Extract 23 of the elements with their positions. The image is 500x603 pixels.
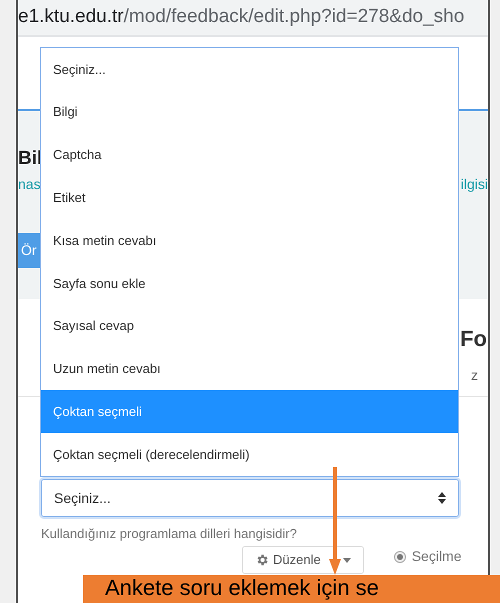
edit-button[interactable]: Düzenle	[242, 546, 364, 574]
dropdown-option[interactable]: Çoktan seçmeli (derecelendirmeli)	[41, 433, 458, 476]
dropdown-option[interactable]: Sayfa sonu ekle	[41, 262, 458, 305]
url-path: /mod/feedback/edit.php?id=278&do_sho	[124, 5, 464, 30]
radio-button[interactable]	[394, 550, 406, 562]
tab-label[interactable]: z	[471, 365, 478, 386]
url-host: e1.ktu.edu.tr	[18, 5, 124, 30]
sort-caret-icon	[438, 492, 446, 504]
dropdown-option[interactable]: Seçiniz...	[41, 48, 458, 91]
gear-icon	[255, 553, 269, 567]
radio-label: Seçilme	[412, 547, 462, 566]
dropdown-option[interactable]: Uzun metin cevabı	[41, 348, 458, 390]
dropdown-option[interactable]: Captcha	[41, 134, 458, 176]
dropdown-option[interactable]: Kısa metin cevabı	[41, 219, 458, 262]
callout-text: Ankete soru eklemek için se	[105, 575, 379, 601]
dropdown-option[interactable]: Etiket	[41, 176, 458, 220]
form-heading: Fo	[460, 325, 488, 353]
caret-icon	[342, 558, 351, 562]
question-type-select[interactable]: Seçiniz...	[41, 479, 459, 517]
dropdown-option[interactable]: Bilgi	[41, 90, 458, 134]
question-text: Kullandığınız programlama dilleri hangisidir?	[41, 526, 297, 541]
address-bar[interactable]: e1.ktu.edu.tr/mod/feedback/edit.php?id=278&do_sho	[18, 0, 488, 37]
dropdown-option[interactable]: Sayısal cevap	[41, 304, 458, 348]
